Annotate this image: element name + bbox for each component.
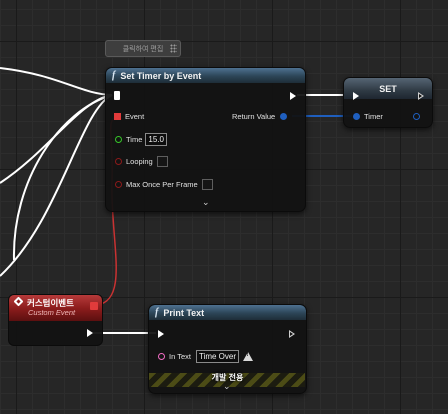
time-float-pin[interactable] [115,136,122,143]
max-once-bool-pin[interactable] [115,181,122,188]
looping-bool-pin[interactable] [115,158,122,165]
print-exec-out-pin[interactable] [289,330,295,338]
set-timer-pin-row: Timer [353,112,383,121]
time-pin-row: Time 15.0 [115,133,167,146]
in-text-label: In Text [169,352,191,361]
grip-icon[interactable] [170,44,177,53]
timer-object-pin[interactable] [353,113,360,120]
comment-bubble-text: 클릭하여 편집 [122,45,164,53]
exec-wire-1 [0,67,113,96]
print-exec-in-pin[interactable] [158,330,164,338]
in-text-pin-row: In Text Time Over [158,350,254,363]
custom-event-exec-out-pin[interactable] [87,329,93,337]
time-pin-label: Time [126,135,143,144]
exec-wire-3 [0,94,113,277]
exec-wire-2 [0,94,113,184]
time-value-input[interactable]: 15.0 [145,133,167,146]
in-text-string-pin[interactable] [158,353,165,360]
return-value-pin[interactable] [280,113,288,120]
max-once-checkbox[interactable] [201,179,213,190]
function-f-icon: f [155,307,159,318]
function-f-icon: f [112,70,116,81]
set-timer-node[interactable]: f Set Timer by Event Event Return Value … [105,67,306,212]
return-value-label: Return Value [232,112,276,121]
custom-event-header[interactable]: 커스텀이벤트 Custom Event [9,295,102,321]
max-once-pin-row: Max Once Per Frame [115,179,213,190]
set-timer-node-header[interactable]: f Set Timer by Event [106,68,305,83]
exec-wire-4 [12,94,113,261]
return-value-row: Return Value [232,112,288,121]
custom-event-node[interactable]: 커스텀이벤트 Custom Event [8,294,103,346]
event-pin-row: Event [114,112,144,121]
timer-output-pin[interactable] [413,113,420,120]
set-timer-pin-label: Timer [364,112,383,121]
comment-bubble[interactable]: 클릭하여 편집 [105,40,181,57]
set-exec-in-pin[interactable] [353,92,359,100]
in-text-value-input[interactable]: Time Over [195,350,240,363]
print-text-title: Print Text [163,307,205,318]
set-variable-node[interactable]: SET Timer [343,77,433,128]
custom-event-subtitle: Custom Event [28,308,76,317]
chevron-down-icon[interactable]: ⌄ [223,381,231,392]
print-text-header[interactable]: f Print Text [149,305,306,320]
set-exec-out-pin[interactable] [418,92,424,100]
event-delegate-pin[interactable] [114,113,121,120]
custom-event-diamond-icon [13,296,24,307]
exec-out-pin[interactable] [290,92,296,100]
custom-event-delegate-pin[interactable] [90,302,98,310]
set-timer-node-title: Set Timer by Event [120,70,202,81]
looping-checkbox[interactable] [156,156,168,167]
print-text-node[interactable]: f Print Text In Text Time Over 개발 전용 ⌄ [148,304,307,394]
looping-pin-label: Looping [126,157,153,166]
max-once-pin-label: Max Once Per Frame [126,180,198,189]
exec-in-pin[interactable] [114,91,120,100]
chevron-down-icon[interactable]: ⌄ [202,197,210,208]
looping-pin-row: Looping [115,156,168,167]
event-pin-label: Event [125,112,145,121]
warning-triangle-icon [243,352,254,361]
set-node-title: SET [379,83,397,94]
